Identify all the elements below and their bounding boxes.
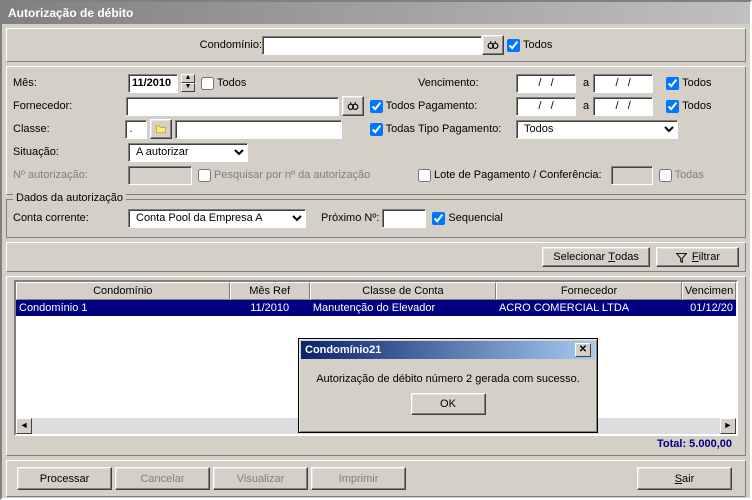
classe-folder-button[interactable] [150,119,172,139]
col-condominio[interactable]: Condomínio [16,282,230,300]
mes-spinner[interactable]: ▲▼ [181,74,195,93]
processar-button[interactable]: Processar [17,467,112,490]
sair-button[interactable]: Sair [637,467,732,490]
classe-code-input[interactable] [125,120,147,139]
vencimento-label: Vencimento: [418,77,513,89]
mes-todos-checkbox[interactable] [201,77,214,90]
dialog-body: Autorização de débito número 2 gerada co… [299,361,597,421]
condominio-todos-label: Todos [523,39,552,51]
binoculars-icon [347,98,359,114]
imprimir-button: Imprimir [311,467,406,490]
classe-text-input[interactable] [175,120,341,139]
mes-input[interactable] [128,74,178,93]
condominio-label: Condomínio: [200,39,262,51]
col-vencimento[interactable]: Vencimen [682,282,736,300]
lote-input [611,166,653,185]
situacao-select[interactable]: A autorizar [128,143,248,162]
vencimento-todos-checkbox[interactable] [666,77,679,90]
lote-todas-label: Todas [675,169,704,181]
close-icon[interactable]: ✕ [575,343,591,357]
auth-fieldset: Dados da autorização Conta corrente: Con… [6,199,746,238]
classe-todas-label: Todas [386,123,415,135]
lote-label: Lote de Pagamento / Conferência: [434,169,602,181]
col-fornecedor[interactable]: Fornecedor [496,282,682,300]
nauth-label: Nº autorização: [13,169,125,181]
tipopagamento-select[interactable]: Todos [516,120,678,139]
condominio-search-button[interactable] [482,35,504,55]
pagamento-ate-input[interactable] [593,97,653,116]
dialog-message: Autorização de débito número 2 gerada co… [316,373,580,385]
selecionar-todas-button[interactable]: Selecionar Todas [542,247,650,267]
condominio-todos-checkbox[interactable] [507,39,520,52]
pagamento-todos-checkbox[interactable] [666,100,679,113]
a-label: a [583,77,589,89]
sequencial-checkbox[interactable] [432,212,445,225]
nauth-input [128,166,192,185]
col-classe[interactable]: Classe de Conta [310,282,496,300]
mes-label: Mês: [13,77,125,89]
funnel-icon [675,251,688,264]
lote-todas-checkbox[interactable] [659,169,672,182]
bottom-bar: Processar Cancelar Visualizar Imprimir S… [6,460,746,497]
binoculars-icon [487,37,499,53]
filters-panel: Mês: ▲▼ Todos Fornecedor: Todos Classe: [6,66,746,195]
scroll-left-arrow[interactable]: ◄ [16,418,32,434]
fornecedor-todos-label: Todos [386,100,415,112]
scroll-right-arrow[interactable]: ► [720,418,736,434]
vencimento-ate-input[interactable] [593,74,653,93]
nauth-search-checkbox[interactable] [198,169,211,182]
top-panel: Condomínio: Todos [6,28,746,62]
fornecedor-search-button[interactable] [342,96,364,116]
classe-label: Classe: [13,123,122,135]
classe-todas-checkbox[interactable] [370,123,383,136]
fornecedor-input[interactable] [126,97,339,116]
ok-button[interactable]: OK [411,393,486,415]
col-mesref[interactable]: Mês Ref [230,282,310,300]
folder-icon [155,121,167,137]
condominio-input[interactable] [262,36,482,55]
a-label-2: a [583,100,589,112]
nauth-search-label: Pesquisar por nº da autorização [214,169,370,181]
mes-todos-label: Todos [217,77,246,89]
situacao-label: Situação: [13,146,125,158]
vencimento-todos-label: Todos [682,77,711,89]
filtrar-button[interactable]: Filtrar [656,247,739,267]
pagamento-label: Pagamento: [418,100,513,112]
tipopagamento-label: Tipo Pagamento: [418,123,513,135]
auth-legend: Dados da autorização [13,192,126,204]
proximo-n-input[interactable] [382,209,426,228]
fornecedor-todos-checkbox[interactable] [370,100,383,113]
conta-corrente-select[interactable]: Conta Pool da Empresa A [128,209,306,228]
proximo-n-label: Próximo Nº: [321,212,379,224]
conta-corrente-label: Conta corrente: [13,212,125,224]
grid-header: Condomínio Mês Ref Classe de Conta Forne… [16,282,736,300]
success-dialog: Condomínio21 ✕ Autorização de débito núm… [298,338,598,433]
vencimento-de-input[interactable] [516,74,576,93]
sequencial-label: Sequencial [448,212,502,224]
total-line: Total: 5.000,00 [10,436,742,452]
dialog-title: Condomínio21 [305,341,381,359]
pagamento-de-input[interactable] [516,97,576,116]
cancelar-button: Cancelar [115,467,210,490]
window-titlebar: Autorização de débito [2,2,750,24]
visualizar-button: Visualizar [213,467,308,490]
lote-checkbox[interactable] [418,169,431,182]
dialog-titlebar[interactable]: Condomínio21 ✕ [301,341,595,359]
pagamento-todos-label: Todos [682,100,711,112]
actions-panel: Selecionar Todas Filtrar [6,242,746,272]
table-row[interactable]: Condomínio 1 11/2010 Manutenção do Eleva… [16,300,736,316]
window-title: Autorização de débito [8,6,133,20]
fornecedor-label: Fornecedor: [13,100,123,112]
